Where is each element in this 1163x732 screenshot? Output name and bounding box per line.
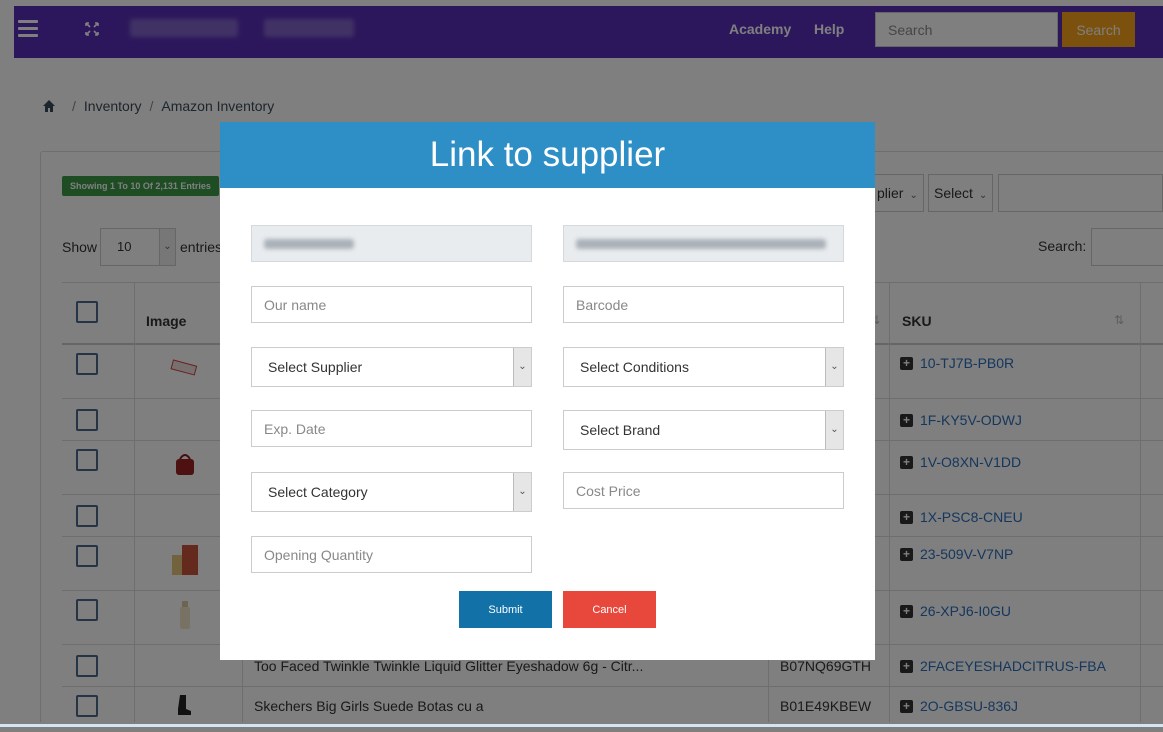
- sku-field-readonly: [251, 225, 532, 262]
- category-select-label: Select Category: [268, 484, 368, 500]
- opening-quantity-input[interactable]: [251, 536, 532, 573]
- conditions-select[interactable]: Select Conditions ⌄: [563, 347, 844, 387]
- chevron-down-icon: ⌄: [825, 348, 843, 386]
- category-select[interactable]: Select Category ⌄: [251, 472, 532, 512]
- supplier-select-label: Select Supplier: [268, 359, 363, 375]
- brand-select[interactable]: Select Brand ⌄: [563, 410, 844, 450]
- supplier-select[interactable]: Select Supplier ⌄: [251, 347, 532, 387]
- chevron-down-icon: ⌄: [513, 348, 531, 386]
- our-name-input[interactable]: [251, 286, 532, 323]
- exp-date-input[interactable]: [251, 410, 532, 447]
- chevron-down-icon: ⌄: [513, 473, 531, 511]
- link-to-supplier-modal: Link to supplier Select Supplier ⌄ Selec…: [220, 122, 875, 660]
- barcode-input[interactable]: [563, 286, 844, 323]
- conditions-select-label: Select Conditions: [580, 359, 689, 375]
- cost-price-input[interactable]: [563, 472, 844, 509]
- brand-select-label: Select Brand: [580, 422, 661, 438]
- product-title-field-readonly: [563, 225, 844, 262]
- submit-button[interactable]: Submit: [459, 591, 552, 628]
- modal-header: Link to supplier: [220, 122, 875, 188]
- cancel-button[interactable]: Cancel: [563, 591, 656, 628]
- bottom-border: [0, 724, 1163, 727]
- modal-title: Link to supplier: [429, 135, 666, 174]
- chevron-down-icon: ⌄: [825, 411, 843, 449]
